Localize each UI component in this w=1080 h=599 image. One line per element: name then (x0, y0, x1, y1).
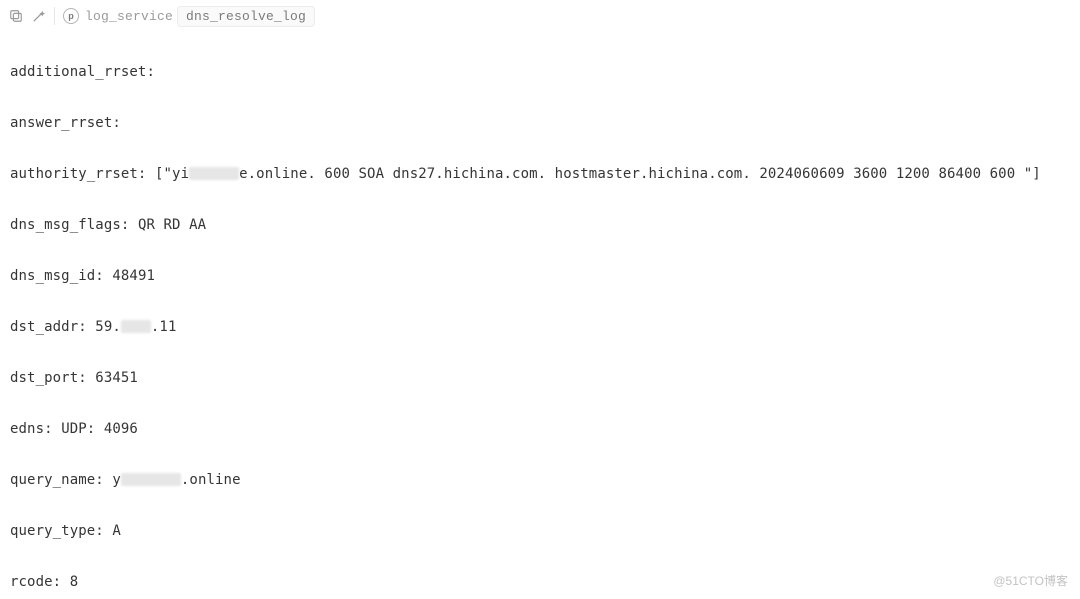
watermark: @51CTO博客 (993, 572, 1068, 589)
field-value: ["yie.online. 600 SOA dns27.hichina.com.… (155, 166, 1041, 182)
log-row: dns_msg_id: 48491 (10, 264, 1072, 290)
redacted (189, 167, 239, 180)
log-row: answer_rrset: (10, 111, 1072, 137)
log-body: additional_rrset: answer_rrset: authorit… (0, 30, 1080, 599)
field-value: 8 (70, 574, 79, 590)
breadcrumb: log_service dns_resolve_log (85, 6, 315, 27)
copy-icon[interactable] (8, 8, 24, 24)
field-value: y.online (112, 472, 240, 488)
field-label: dst_port: (10, 370, 87, 386)
log-row: authority_rrset: ["yie.online. 600 SOA d… (10, 162, 1072, 188)
toolbar: p log_service dns_resolve_log (0, 0, 1080, 30)
field-value: UDP: 4096 (61, 421, 138, 437)
log-row: dst_addr: 59..11 (10, 315, 1072, 341)
field-label: rcode: (10, 574, 61, 590)
field-label: query_type: (10, 523, 104, 539)
field-label: dns_msg_id: (10, 268, 104, 284)
field-label: answer_rrset: (10, 115, 121, 131)
field-label: dns_msg_flags: (10, 217, 129, 233)
log-row: query_name: y.online (10, 468, 1072, 494)
field-value: QR RD AA (138, 217, 206, 233)
breadcrumb-item-current[interactable]: dns_resolve_log (177, 6, 315, 27)
log-row: query_type: A (10, 519, 1072, 545)
magic-wand-icon[interactable] (30, 8, 46, 24)
field-value: A (112, 523, 121, 539)
field-value: 63451 (95, 370, 138, 386)
field-label: query_name: (10, 472, 104, 488)
field-label: additional_rrset: (10, 64, 155, 80)
log-row: dns_msg_flags: QR RD AA (10, 213, 1072, 239)
log-row: edns: UDP: 4096 (10, 417, 1072, 443)
breadcrumb-item[interactable]: log_service (85, 9, 173, 24)
field-label: edns: (10, 421, 53, 437)
field-value: 59..11 (95, 319, 176, 335)
field-value: 48491 (112, 268, 155, 284)
redacted (121, 320, 151, 333)
field-label: authority_rrset: (10, 166, 146, 182)
source-icon[interactable]: p (63, 8, 79, 24)
log-row: dst_port: 63451 (10, 366, 1072, 392)
field-label: dst_addr: (10, 319, 87, 335)
log-row: additional_rrset: (10, 60, 1072, 86)
redacted (121, 473, 181, 486)
log-row: rcode: 8 (10, 570, 1072, 596)
toolbar-divider (54, 7, 55, 25)
